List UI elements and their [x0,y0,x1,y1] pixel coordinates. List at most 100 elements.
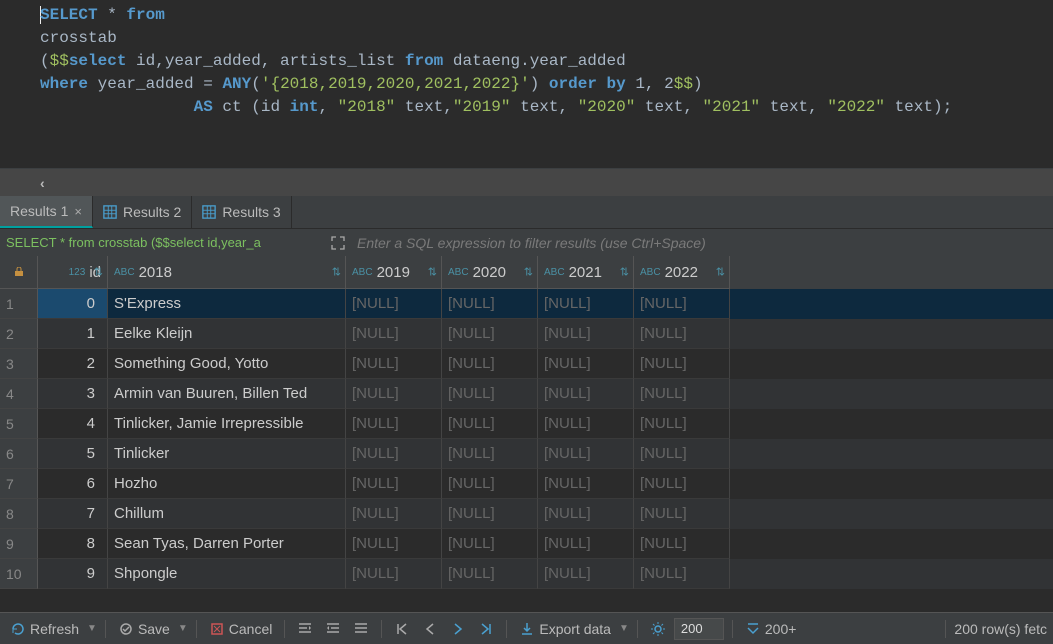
table-cell[interactable]: [NULL] [346,409,442,439]
align-button[interactable] [349,621,373,637]
table-cell[interactable]: Tinlicker [108,439,346,469]
export-button[interactable]: Export data [515,621,615,637]
next-page-button[interactable] [446,621,470,637]
table-cell[interactable]: [NULL] [346,319,442,349]
table-cell[interactable]: [NULL] [538,409,634,439]
table-cell[interactable]: [NULL] [538,349,634,379]
table-cell[interactable]: [NULL] [442,289,538,319]
sort-icon[interactable]: ⇅ [332,266,341,279]
table-cell[interactable]: [NULL] [538,559,634,589]
table-cell[interactable]: 6 [38,469,108,499]
table-cell[interactable]: [NULL] [538,319,634,349]
tab-results-3[interactable]: Results 3 [192,196,291,228]
table-cell[interactable]: [NULL] [634,409,730,439]
table-cell[interactable]: [NULL] [538,379,634,409]
table-cell[interactable]: [NULL] [442,559,538,589]
row-number[interactable]: 1 [0,289,38,319]
table-cell[interactable]: [NULL] [346,469,442,499]
table-cell[interactable]: [NULL] [346,529,442,559]
table-cell[interactable]: [NULL] [634,439,730,469]
table-cell[interactable]: [NULL] [442,379,538,409]
table-cell[interactable]: [NULL] [346,499,442,529]
table-cell[interactable]: [NULL] [442,439,538,469]
sort-icon[interactable]: ⇅ [716,266,725,279]
table-row[interactable]: 98Sean Tyas, Darren Porter[NULL][NULL][N… [0,529,1053,559]
column-header-id[interactable]: 123 id ⇅ [38,256,108,289]
table-cell[interactable]: [NULL] [634,529,730,559]
table-cell[interactable]: [NULL] [538,529,634,559]
table-cell[interactable]: Shpongle [108,559,346,589]
table-row[interactable]: 65Tinlicker[NULL][NULL][NULL][NULL] [0,439,1053,469]
table-cell[interactable]: Armin van Buuren, Billen Ted [108,379,346,409]
sort-icon[interactable]: ⇅ [524,266,533,279]
table-cell[interactable]: [NULL] [538,439,634,469]
dropdown-icon[interactable]: ▼ [619,623,629,634]
table-cell[interactable]: 3 [38,379,108,409]
close-icon[interactable]: × [74,204,82,219]
cancel-button[interactable]: Cancel [205,621,277,637]
table-cell[interactable]: [NULL] [538,289,634,319]
sort-icon[interactable]: ⇅ [428,266,437,279]
sort-icon[interactable]: ⇅ [94,266,103,279]
table-cell[interactable]: Tinlicker, Jamie Irrepressible [108,409,346,439]
table-cell[interactable]: [NULL] [442,349,538,379]
table-row[interactable]: 10S'Express[NULL][NULL][NULL][NULL] [0,289,1053,319]
column-header-2021[interactable]: ABC 2021 ⇅ [538,256,634,289]
table-cell[interactable]: 0 [38,289,108,319]
column-header-2020[interactable]: ABC 2020 ⇅ [442,256,538,289]
table-row[interactable]: 87Chillum[NULL][NULL][NULL][NULL] [0,499,1053,529]
row-number[interactable]: 10 [0,559,38,589]
table-cell[interactable]: 9 [38,559,108,589]
table-cell[interactable]: [NULL] [538,469,634,499]
table-cell[interactable]: [NULL] [346,349,442,379]
fetch-more-button[interactable]: 200+ [741,621,801,637]
refresh-button[interactable]: Refresh [6,621,83,637]
table-row[interactable]: 43Armin van Buuren, Billen Ted[NULL][NUL… [0,379,1053,409]
first-page-button[interactable] [390,621,414,637]
table-cell[interactable]: 1 [38,319,108,349]
expand-icon[interactable] [325,230,351,256]
table-cell[interactable]: [NULL] [634,319,730,349]
table-cell[interactable]: [NULL] [634,499,730,529]
tab-results-1[interactable]: Results 1 × [0,196,93,228]
dropdown-icon[interactable]: ▼ [87,623,97,634]
table-row[interactable]: 32Something Good, Yotto[NULL][NULL][NULL… [0,349,1053,379]
table-cell[interactable]: [NULL] [346,439,442,469]
settings-button[interactable] [646,621,670,637]
row-number[interactable]: 8 [0,499,38,529]
table-cell[interactable]: Something Good, Yotto [108,349,346,379]
table-cell[interactable]: 7 [38,499,108,529]
table-cell[interactable]: [NULL] [634,559,730,589]
table-cell[interactable]: [NULL] [538,499,634,529]
table-cell[interactable]: Hozho [108,469,346,499]
table-cell[interactable]: [NULL] [442,529,538,559]
filter-input[interactable]: Enter a SQL expression to filter results… [351,235,1053,251]
back-chevron-icon[interactable]: ‹ [40,175,45,191]
page-size-input[interactable] [674,618,724,640]
table-cell[interactable]: [NULL] [442,499,538,529]
table-row[interactable]: 76Hozho[NULL][NULL][NULL][NULL] [0,469,1053,499]
table-cell[interactable]: [NULL] [442,319,538,349]
corner-cell[interactable] [0,256,38,289]
outdent-button[interactable] [321,621,345,637]
table-cell[interactable]: [NULL] [634,349,730,379]
row-number[interactable]: 9 [0,529,38,559]
column-header-2022[interactable]: ABC 2022 ⇅ [634,256,730,289]
table-row[interactable]: 109Shpongle[NULL][NULL][NULL][NULL] [0,559,1053,589]
last-page-button[interactable] [474,621,498,637]
table-cell[interactable]: 2 [38,349,108,379]
prev-page-button[interactable] [418,621,442,637]
row-number[interactable]: 4 [0,379,38,409]
table-cell[interactable]: [NULL] [634,289,730,319]
table-cell[interactable]: S'Express [108,289,346,319]
table-cell[interactable]: [NULL] [346,559,442,589]
row-number[interactable]: 3 [0,349,38,379]
column-header-2018[interactable]: ABC 2018 ⇅ [108,256,346,289]
table-cell[interactable]: [NULL] [634,379,730,409]
sort-icon[interactable]: ⇅ [620,266,629,279]
column-header-2019[interactable]: ABC 2019 ⇅ [346,256,442,289]
sql-editor[interactable]: SELECT * from crosstab ($$select id,year… [0,0,1053,168]
table-cell[interactable]: 5 [38,439,108,469]
table-cell[interactable]: [NULL] [346,379,442,409]
row-number[interactable]: 5 [0,409,38,439]
